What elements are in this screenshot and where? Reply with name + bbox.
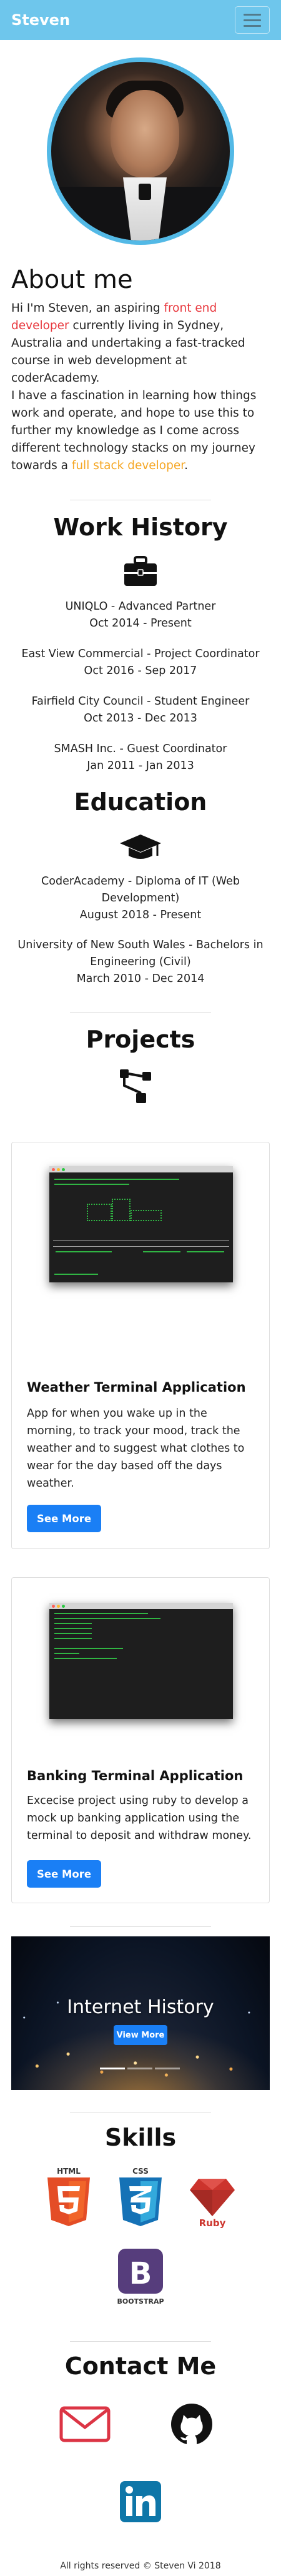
- bootstrap-icon: B BOOTSTRAP: [117, 2249, 164, 2306]
- project-card-weather: Weather Terminal Application App for whe…: [11, 1142, 270, 1549]
- divider: [70, 1012, 211, 1013]
- svg-text:B: B: [129, 2256, 152, 2291]
- carousel-indicator[interactable]: [155, 2068, 180, 2069]
- education-dates: March 2010 - Dec 2014: [76, 973, 205, 985]
- html5-icon: HTML: [47, 2167, 90, 2226]
- view-more-button[interactable]: View More: [114, 2025, 167, 2045]
- envelope-icon[interactable]: [59, 2406, 111, 2442]
- skills-title: Skills: [104, 2124, 177, 2151]
- job-dates: Oct 2013 - Dec 2013: [84, 712, 197, 725]
- contact-title: Contact Me: [64, 2352, 217, 2380]
- about-highlight-full-stack: full stack developer: [71, 459, 185, 472]
- briefcase-icon: [124, 556, 157, 586]
- navbar: Steven: [0, 0, 281, 40]
- job-role: SMASH Inc. - Guest Coordinator: [54, 743, 227, 755]
- svg-text:HTML: HTML: [57, 2167, 81, 2176]
- project-description: App for when you wake up in the morning,…: [27, 1407, 245, 1490]
- carousel-indicators: [100, 2068, 180, 2069]
- graduation-cap-icon: [120, 835, 161, 859]
- footer-copyright: All rights reserved © Steven Vi 2018: [60, 2561, 221, 2571]
- see-more-button[interactable]: See More: [27, 1505, 102, 1532]
- job-dates: Oct 2014 - Present: [89, 617, 192, 630]
- job-dates: Jan 2011 - Jan 2013: [87, 760, 194, 772]
- ruby-icon: Ruby: [190, 2179, 235, 2229]
- linkedin-icon[interactable]: [120, 2481, 161, 2522]
- css3-icon: CSS: [119, 2167, 162, 2226]
- carousel-indicator[interactable]: [100, 2068, 125, 2069]
- education-title: Education: [74, 788, 207, 816]
- svg-text:Ruby: Ruby: [199, 2217, 226, 2229]
- education-school: CoderAcademy - Diploma of IT (Web: [41, 875, 240, 888]
- about-paragraph-1: Hi I'm Steven, an aspiring front end dev…: [11, 302, 245, 385]
- work-history-title: Work History: [53, 513, 228, 541]
- project-title: Weather Terminal Application: [27, 1380, 246, 1395]
- job-role: Fairfield City Council - Student Enginee…: [31, 695, 250, 708]
- hamburger-icon: [244, 13, 261, 16]
- projects-title: Projects: [86, 1026, 195, 1053]
- navbar-toggler-button[interactable]: [235, 6, 270, 34]
- profile-avatar: [47, 57, 234, 245]
- banking-app-screenshot: [49, 1603, 233, 1719]
- internet-history-banner: Internet History View More: [11, 1936, 270, 2090]
- divider: [70, 2341, 211, 2342]
- svg-text:BOOTSTRAP: BOOTSTRAP: [117, 2297, 164, 2306]
- weather-app-screenshot: [49, 1166, 233, 1282]
- education-school: Development): [101, 892, 180, 904]
- project-title: Banking Terminal Application: [27, 1768, 244, 1783]
- about-title: About me: [11, 265, 133, 294]
- carousel-indicator[interactable]: [127, 2068, 152, 2069]
- education-school: University of New South Wales - Bachelor…: [17, 939, 264, 951]
- job-role: UNIQLO - Advanced Partner: [65, 600, 216, 613]
- sitemap-icon: [120, 1069, 151, 1103]
- divider: [70, 1926, 211, 1927]
- project-description: Excecise project using ruby to develop a…: [27, 1795, 252, 1842]
- about-paragraph-2: I have a fascination in learning how thi…: [11, 389, 257, 472]
- github-icon[interactable]: [170, 2402, 214, 2446]
- svg-text:CSS: CSS: [132, 2167, 149, 2176]
- see-more-button[interactable]: See More: [27, 1860, 102, 1888]
- job-dates: Oct 2016 - Sep 2017: [84, 665, 197, 677]
- navbar-brand[interactable]: Steven: [11, 11, 70, 29]
- job-role: East View Commercial - Project Coordinat…: [21, 648, 260, 660]
- education-dates: August 2018 - Present: [79, 909, 202, 921]
- education-school: Engineering (Civil): [90, 956, 191, 968]
- project-card-banking: Banking Terminal Application Excecise pr…: [11, 1577, 270, 1903]
- banner-title: Internet History: [67, 1996, 214, 2018]
